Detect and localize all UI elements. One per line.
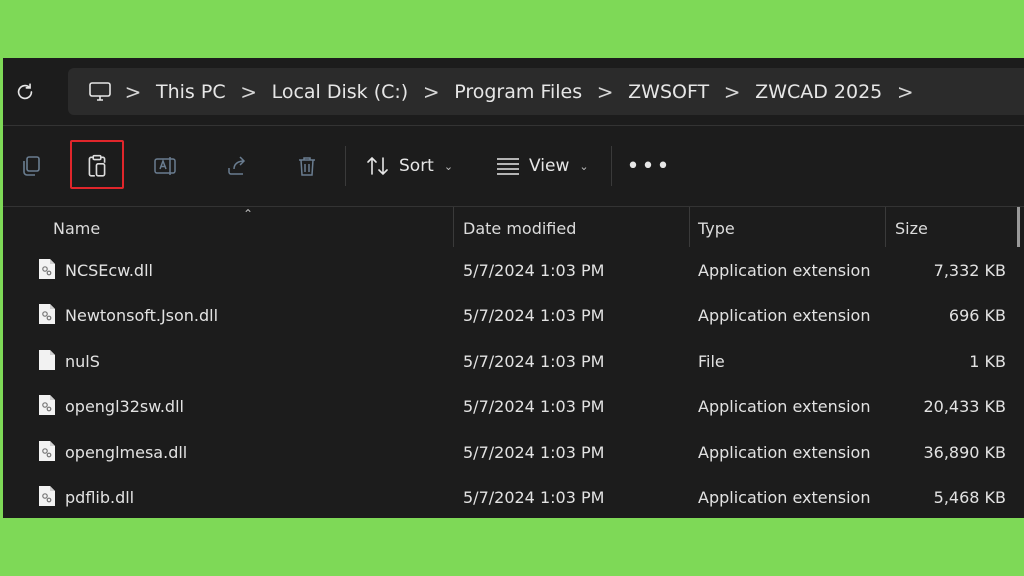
file-size: 36,890 KB	[923, 443, 1006, 462]
file-date: 5/7/2024 1:03 PM	[463, 261, 605, 280]
sort-icon	[367, 156, 388, 176]
file-size: 20,433 KB	[923, 397, 1006, 416]
command-bar: Sort ⌄ View ⌄ •••	[3, 126, 1024, 206]
breadcrumb-this-pc[interactable]: This PC	[152, 81, 230, 103]
file-name: openglmesa.dll	[65, 443, 188, 462]
file-date: 5/7/2024 1:03 PM	[463, 488, 605, 507]
share-icon	[228, 156, 246, 175]
paste-icon	[88, 154, 106, 177]
dll-file-icon	[39, 441, 55, 461]
file-explorer-window: > This PC > Local Disk (C:) > Program Fi…	[3, 58, 1024, 518]
file-row[interactable]: openglmesa.dll 5/7/2024 1:03 PM Applicat…	[3, 430, 1024, 475]
copy-icon	[23, 156, 40, 176]
file-row[interactable]: opengl32sw.dll 5/7/2024 1:03 PM Applicat…	[3, 384, 1024, 429]
file-row[interactable]: Newtonsoft.Json.dll 5/7/2024 1:03 PM App…	[3, 293, 1024, 338]
breadcrumb-separator[interactable]: >	[586, 82, 624, 102]
file-type: Application extension	[698, 443, 871, 462]
breadcrumb-local-disk[interactable]: Local Disk (C:)	[268, 81, 413, 103]
rename-icon	[154, 157, 176, 175]
view-button[interactable]: View ⌄	[495, 150, 589, 182]
delete-button[interactable]	[289, 148, 325, 184]
breadcrumb-zwcad-2025[interactable]: ZWCAD 2025	[751, 81, 886, 103]
more-options-button[interactable]: •••	[627, 150, 670, 182]
file-name: pdflib.dll	[65, 488, 135, 507]
column-divider[interactable]	[453, 207, 454, 247]
file-date: 5/7/2024 1:03 PM	[463, 306, 605, 325]
sort-ascending-icon: ⌃	[243, 207, 254, 221]
trash-icon	[299, 157, 315, 176]
refresh-button[interactable]	[11, 78, 39, 106]
column-divider[interactable]	[689, 207, 690, 247]
column-header-date[interactable]: Date modified	[463, 219, 576, 238]
file-row[interactable]: nulS 5/7/2024 1:03 PM File 1 KB	[3, 339, 1024, 384]
file-type: Application extension	[698, 261, 871, 280]
chevron-down-icon: ⌄	[443, 159, 454, 173]
sort-label: Sort	[399, 156, 434, 176]
breadcrumb-separator[interactable]: >	[230, 82, 268, 102]
more-icon: •••	[626, 153, 672, 179]
file-size: 5,468 KB	[933, 488, 1006, 507]
rename-button[interactable]	[148, 148, 184, 184]
file-name: Newtonsoft.Json.dll	[65, 306, 219, 325]
file-row[interactable]: pdflib.dll 5/7/2024 1:03 PM Application …	[3, 475, 1024, 518]
breadcrumb-program-files[interactable]: Program Files	[450, 81, 586, 103]
address-row: > This PC > Local Disk (C:) > Program Fi…	[3, 58, 1024, 125]
view-label: View	[529, 156, 570, 176]
file-type: File	[698, 352, 725, 371]
breadcrumb-separator[interactable]: >	[886, 82, 924, 102]
monitor-icon	[89, 81, 111, 101]
column-header-type[interactable]: Type	[698, 219, 735, 238]
paste-button[interactable]	[79, 148, 115, 184]
file-row[interactable]: NCSEcw.dll 5/7/2024 1:03 PM Application …	[3, 248, 1024, 293]
file-size: 1 KB	[969, 352, 1006, 371]
column-header-row: ⌃ Name Date modified Type Size	[3, 207, 1024, 247]
view-list-icon	[497, 158, 519, 175]
file-size: 696 KB	[948, 306, 1006, 325]
this-pc-icon[interactable]	[86, 78, 114, 106]
breadcrumb-zwsoft[interactable]: ZWSOFT	[624, 81, 713, 103]
refresh-icon	[17, 83, 33, 100]
breadcrumb-separator[interactable]: >	[412, 82, 450, 102]
share-button[interactable]	[219, 148, 255, 184]
dll-file-icon	[39, 486, 55, 506]
column-header-name[interactable]: Name	[53, 219, 100, 238]
sort-button[interactable]: Sort ⌄	[365, 150, 453, 182]
copy-button[interactable]	[13, 148, 49, 184]
file-type: Application extension	[698, 488, 871, 507]
breadcrumb-separator[interactable]: >	[713, 82, 751, 102]
file-icon	[39, 350, 55, 370]
address-bar[interactable]: > This PC > Local Disk (C:) > Program Fi…	[68, 68, 1024, 115]
file-name: nulS	[65, 352, 100, 371]
file-date: 5/7/2024 1:03 PM	[463, 443, 605, 462]
breadcrumb-separator[interactable]: >	[114, 82, 152, 102]
toolbar-separator	[345, 146, 346, 186]
file-name: NCSEcw.dll	[65, 261, 153, 280]
column-header-size[interactable]: Size	[895, 219, 928, 238]
toolbar-separator	[611, 146, 612, 186]
scrollbar[interactable]	[1017, 207, 1020, 247]
column-divider[interactable]	[885, 207, 886, 247]
file-name: opengl32sw.dll	[65, 397, 184, 416]
file-type: Application extension	[698, 397, 871, 416]
dll-file-icon	[39, 395, 55, 415]
dll-file-icon	[39, 259, 55, 279]
dll-file-icon	[39, 304, 55, 324]
file-size: 7,332 KB	[933, 261, 1006, 280]
file-date: 5/7/2024 1:03 PM	[463, 352, 605, 371]
file-type: Application extension	[698, 306, 871, 325]
file-date: 5/7/2024 1:03 PM	[463, 397, 605, 416]
chevron-down-icon: ⌄	[579, 159, 589, 173]
